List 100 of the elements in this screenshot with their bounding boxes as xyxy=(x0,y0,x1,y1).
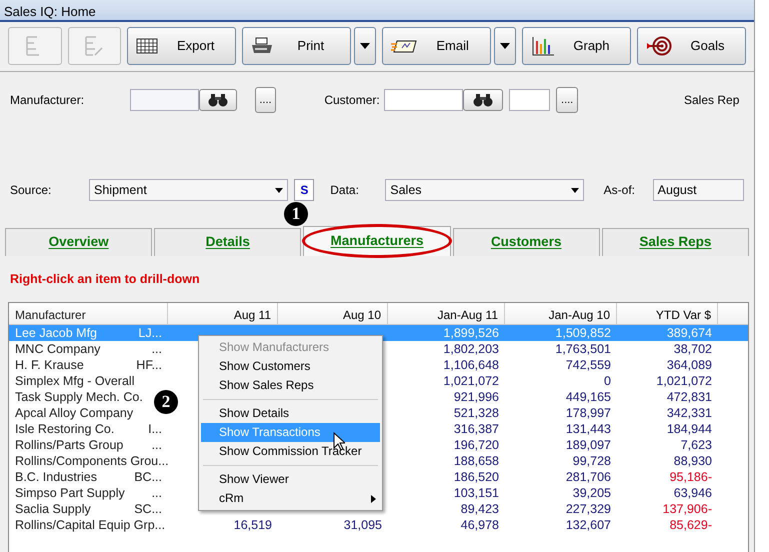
column-header[interactable]: Manufacturer xyxy=(9,303,168,324)
table-cell: ... xyxy=(152,485,162,501)
window-title: Sales IQ: Home xyxy=(0,0,754,22)
table-cell: ... xyxy=(152,341,162,357)
menu-item[interactable]: Show Viewer xyxy=(201,470,380,489)
field-label: Source: xyxy=(10,182,52,199)
table-cell: 39,205 xyxy=(572,486,611,500)
table-cell: 63,946 xyxy=(674,486,712,500)
caret-icon xyxy=(570,188,579,192)
table-cell: 31,095 xyxy=(344,518,382,532)
export-button[interactable]: Export xyxy=(127,27,236,65)
table-cell: 186,520 xyxy=(454,470,499,484)
table-cell: 38,702 xyxy=(674,342,712,356)
table-icon xyxy=(136,38,158,54)
table-cell: 227,329 xyxy=(566,502,611,516)
tab[interactable]: Customers xyxy=(452,228,600,256)
table-cell: Lee Jacob Mfg xyxy=(15,325,97,341)
caret-icon xyxy=(500,43,510,49)
source-dropdown[interactable]: Shipment xyxy=(89,179,288,201)
column-header[interactable]: Jan-Aug 11 xyxy=(388,303,505,324)
print-button[interactable]: Print xyxy=(242,27,352,65)
table-cell: 95,186- xyxy=(670,470,712,484)
tab[interactable]: Details xyxy=(154,228,302,256)
table-cell: 196,720 xyxy=(454,438,499,452)
menu-item[interactable]: Show Sales Reps xyxy=(201,376,380,395)
table-cell: MNC Company xyxy=(15,341,100,357)
table-cell: 89,423 xyxy=(460,502,499,516)
table-cell: Task Supply Mech. Co. xyxy=(15,389,143,405)
table-cell: Saclia Supply xyxy=(15,501,91,517)
table-cell: 1,763,501 xyxy=(555,342,611,356)
outline-edit-icon xyxy=(83,34,106,58)
table-cell: 1,106,648 xyxy=(443,358,499,372)
table-cell: 1,509,852 xyxy=(555,326,611,340)
envelope-icon xyxy=(391,39,418,53)
table-cell: 281,706 xyxy=(566,470,611,484)
goals-button[interactable]: Goals xyxy=(636,27,746,65)
field-label: As-of: xyxy=(604,182,636,199)
menu-item[interactable]: Show Details xyxy=(201,404,380,423)
dropdown-button[interactable] xyxy=(494,27,516,65)
table-cell: 921,996 xyxy=(454,390,499,404)
caret-icon xyxy=(275,188,284,192)
column-header[interactable]: Aug 10 xyxy=(278,303,388,324)
table-cell: 7,623 xyxy=(680,438,712,452)
data-dropdown[interactable]: Sales xyxy=(385,179,584,201)
dropdown-button[interactable] xyxy=(354,27,376,65)
email-button[interactable]: Email xyxy=(382,27,492,65)
table-cell: 389,674 xyxy=(666,326,712,340)
table-cell: I... xyxy=(148,421,162,437)
table-cell: BC... xyxy=(134,469,162,485)
find-button[interactable] xyxy=(199,89,237,111)
table-cell: 103,151 xyxy=(454,486,499,500)
customer-field[interactable] xyxy=(384,89,464,111)
callout-number: 1 xyxy=(284,202,308,226)
tab[interactable]: Sales Reps xyxy=(602,228,750,256)
field-label: Customer: xyxy=(324,92,381,109)
table-cell: Rollins/Parts Group xyxy=(15,437,124,453)
table-cell: SC... xyxy=(134,501,162,517)
table-cell: Isle Restoring Co. xyxy=(15,421,114,437)
table-cell: 178,997 xyxy=(566,406,611,420)
column-header[interactable]: Jan-Aug 10 xyxy=(505,303,617,324)
as-of-dropdown[interactable]: August xyxy=(652,179,744,201)
table-cell: 1,802,203 xyxy=(443,342,499,356)
table-cell: 1,021,072 xyxy=(443,374,499,388)
table-cell: 16,519 xyxy=(234,518,272,532)
field-label: Manufacturer: xyxy=(10,92,86,109)
column-header[interactable]: YTD Var $ xyxy=(617,303,718,324)
hint-text: Right-click an item to drill-down xyxy=(10,272,200,286)
caret-icon xyxy=(360,43,370,49)
graph-button[interactable]: Graph xyxy=(522,27,631,65)
table-cell: 132,607 xyxy=(566,518,611,532)
bar-chart-icon xyxy=(530,36,555,56)
menu-item[interactable]: Show Customers xyxy=(201,357,380,376)
tab[interactable]: Overview xyxy=(5,228,152,256)
table-cell: 1,021,072 xyxy=(656,374,712,388)
table-cell: B.C. Industries xyxy=(15,469,97,485)
menu-item[interactable]: Show Commission Tracker xyxy=(201,442,380,461)
binoculars-icon xyxy=(473,93,494,107)
table-cell: 131,443 xyxy=(566,422,611,436)
printer-icon xyxy=(251,37,274,55)
table-cell: 364,089 xyxy=(666,358,712,372)
field-label: Data: xyxy=(330,182,360,199)
manufacturer-field[interactable] xyxy=(130,89,200,111)
table-cell: 521,328 xyxy=(454,406,499,420)
table-cell: 472,831 xyxy=(666,390,712,404)
table-cell: 99,728 xyxy=(572,454,611,468)
column-header[interactable]: Aug 11 xyxy=(168,303,278,324)
table-cell: 137,906- xyxy=(662,502,712,516)
target-icon xyxy=(646,36,672,56)
customer-code-field[interactable] xyxy=(508,89,550,111)
table-cell: 184,944 xyxy=(666,422,712,436)
table-cell: 188,658 xyxy=(454,454,499,468)
table-cell: 1,899,526 xyxy=(443,326,499,340)
menu-item[interactable]: cRm xyxy=(201,489,380,508)
find-button[interactable] xyxy=(463,89,503,111)
browse-button[interactable]: .... xyxy=(556,87,578,113)
browse-button[interactable]: .... xyxy=(254,87,276,113)
currency-button[interactable]: S xyxy=(294,179,314,201)
table-cell: Rollins/Components Grou... xyxy=(15,453,169,469)
field-label: Sales Rep xyxy=(684,92,740,109)
table-cell: HF... xyxy=(136,357,162,373)
